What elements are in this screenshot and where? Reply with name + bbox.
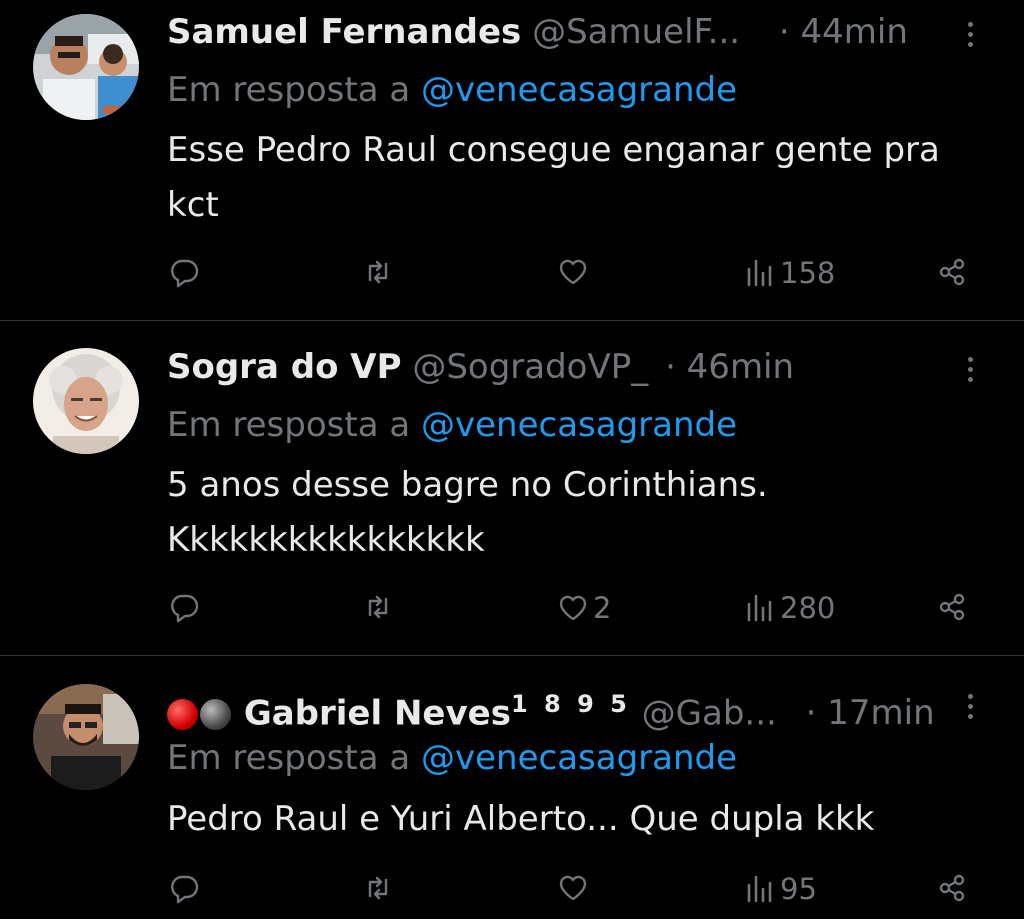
- more-options-button[interactable]: [958, 14, 982, 54]
- reply-feed: Samuel Fernandes @SamuelF... · 44min Em …: [0, 0, 1024, 919]
- avatar[interactable]: [33, 14, 139, 120]
- avatar[interactable]: [33, 684, 139, 790]
- views-button[interactable]: 95: [744, 872, 817, 906]
- heart-icon: [559, 875, 587, 901]
- tweet[interactable]: Samuel Fernandes @SamuelF... · 44min Em …: [0, 0, 1024, 320]
- like-button[interactable]: 2: [557, 591, 611, 625]
- reply-prefix: Em resposta a: [167, 738, 411, 778]
- more-dot-icon: [967, 41, 973, 47]
- tweet-header: Gabriel Neves1 8 9 5 @Gab... · 17min: [167, 684, 935, 733]
- reply-icon: [171, 594, 199, 623]
- timestamp[interactable]: · 17min: [806, 693, 935, 733]
- handle[interactable]: @SogradoVP_: [412, 347, 648, 387]
- retweet-icon: [368, 260, 388, 284]
- views-chart-icon: [747, 594, 772, 622]
- avatar-photo: [33, 14, 139, 120]
- reply-icon: [171, 875, 199, 904]
- views-button[interactable]: 280: [744, 591, 835, 625]
- black-ball-icon: [200, 699, 231, 731]
- share-icon: [939, 593, 965, 621]
- timestamp[interactable]: · 44min: [779, 12, 908, 52]
- display-name[interactable]: Sogra do VP: [167, 347, 402, 387]
- retweet-icon: [368, 876, 388, 900]
- display-name[interactable]: Gabriel Neves: [244, 693, 511, 733]
- like-button[interactable]: [557, 872, 593, 904]
- view-count: 280: [780, 591, 836, 625]
- heart-icon: [559, 595, 587, 621]
- like-count: 2: [593, 591, 612, 625]
- reply-prefix: Em resposta a: [167, 70, 411, 110]
- tweet[interactable]: Sogra do VP @SogradoVP_ · 46min Em respo…: [0, 321, 1024, 655]
- avatar[interactable]: [33, 348, 139, 454]
- reply-mention-link[interactable]: @venecasagrande: [421, 70, 737, 110]
- reply-button[interactable]: [168, 591, 200, 623]
- tweet[interactable]: Gabriel Neves1 8 9 5 @Gab... · 17min Em …: [0, 656, 1024, 919]
- share-button[interactable]: [936, 872, 968, 904]
- like-button[interactable]: [557, 256, 593, 288]
- reply-icon: [171, 259, 199, 288]
- retweet-button[interactable]: [362, 256, 394, 288]
- reply-context: Em resposta a @venecasagrande: [167, 738, 737, 778]
- retweet-button[interactable]: [362, 872, 394, 904]
- views-button[interactable]: 158: [744, 256, 835, 290]
- handle[interactable]: @SamuelF...: [532, 12, 740, 52]
- tweet-header: Samuel Fernandes @SamuelF... · 44min: [167, 12, 908, 52]
- handle[interactable]: @Gab...: [642, 693, 777, 733]
- retweet-button[interactable]: [362, 591, 394, 623]
- more-options-button[interactable]: [958, 349, 982, 389]
- share-button[interactable]: [936, 591, 968, 623]
- more-dot-icon: [967, 713, 973, 719]
- more-dot-icon: [967, 356, 973, 362]
- more-dot-icon: [967, 703, 973, 709]
- more-dot-icon: [967, 31, 973, 37]
- tweet-header: Sogra do VP @SogradoVP_ · 46min: [167, 347, 794, 387]
- view-count: 158: [780, 256, 836, 290]
- views-chart-icon: [747, 875, 772, 903]
- tweet-text: Esse Pedro Raul consegue enganar gente p…: [167, 130, 940, 225]
- more-dot-icon: [967, 376, 973, 382]
- share-icon: [939, 874, 965, 902]
- display-name[interactable]: Samuel Fernandes: [167, 12, 521, 52]
- reply-context: Em resposta a @venecasagrande: [167, 70, 737, 110]
- share-button[interactable]: [936, 256, 968, 288]
- retweet-icon: [368, 595, 388, 619]
- tweet-text: Pedro Raul e Yuri Alberto... Que dupla k…: [167, 799, 875, 839]
- timestamp[interactable]: · 46min: [665, 347, 794, 387]
- reply-mention-link[interactable]: @venecasagrande: [421, 405, 737, 445]
- reply-prefix: Em resposta a: [167, 405, 411, 445]
- reply-button[interactable]: [168, 872, 200, 904]
- more-dot-icon: [967, 366, 973, 372]
- name-suffix: 1 8 9 5: [510, 690, 631, 718]
- more-options-button[interactable]: [958, 686, 982, 726]
- avatar-photo: [33, 348, 139, 454]
- heart-icon: [559, 259, 587, 285]
- reply-button[interactable]: [168, 256, 200, 288]
- tweet-text: 5 anos desse bagre no Corinthians. Kkkkk…: [167, 465, 768, 560]
- views-chart-icon: [747, 259, 772, 287]
- more-dot-icon: [967, 693, 973, 699]
- view-count: 95: [780, 872, 817, 906]
- reply-context: Em resposta a @venecasagrande: [167, 405, 737, 445]
- avatar-photo: [33, 684, 139, 790]
- share-icon: [939, 258, 965, 286]
- red-ball-icon: [167, 699, 198, 731]
- reply-mention-link[interactable]: @venecasagrande: [421, 738, 737, 778]
- more-dot-icon: [967, 21, 973, 27]
